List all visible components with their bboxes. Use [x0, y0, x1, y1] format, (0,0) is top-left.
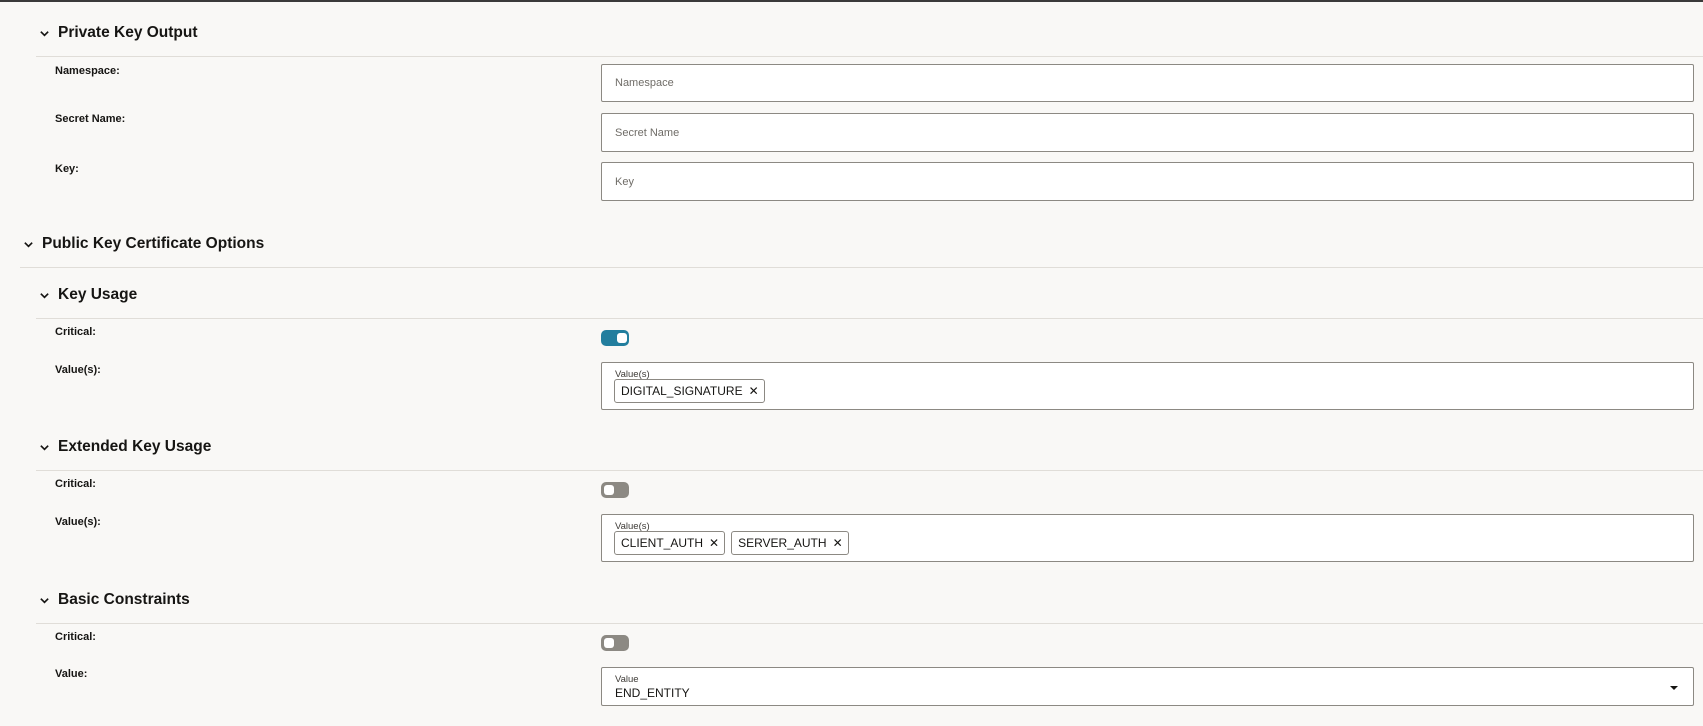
section-title: Private Key Output: [58, 24, 198, 41]
extended-key-usage-critical-toggle[interactable]: [601, 482, 629, 498]
section-title: Public Key Certificate Options: [42, 235, 265, 252]
divider: [36, 470, 1703, 471]
section-private-key-output[interactable]: Private Key Output: [36, 24, 198, 42]
namespace-label: Namespace:: [55, 65, 120, 77]
toggle-knob: [604, 485, 614, 495]
divider: [20, 267, 1703, 268]
extended-key-usage-values-field[interactable]: Value(s) CLIENT_AUTH ✕ SERVER_AUTH ✕: [601, 514, 1694, 562]
key-field[interactable]: [601, 162, 1694, 201]
chip-label: CLIENT_AUTH: [621, 536, 704, 550]
key-usage-critical-toggle[interactable]: [601, 330, 629, 346]
chip-label: SERVER_AUTH: [738, 536, 827, 550]
close-icon[interactable]: ✕: [833, 536, 843, 550]
chip-list: DIGITAL_SIGNATURE ✕: [614, 379, 765, 403]
selected-value: END_ENTITY: [615, 686, 690, 700]
section-title: Basic Constraints: [58, 591, 190, 608]
secret-name-field[interactable]: [601, 113, 1694, 152]
extended-key-usage-critical-label: Critical:: [55, 478, 96, 490]
chevron-down-icon[interactable]: [36, 592, 52, 608]
chevron-down-icon[interactable]: [36, 439, 52, 455]
section-title: Extended Key Usage: [58, 438, 212, 455]
divider: [36, 56, 1703, 57]
toggle-knob: [604, 638, 614, 648]
extended-key-usage-values-label: Value(s):: [55, 516, 101, 528]
close-icon[interactable]: ✕: [709, 536, 719, 550]
value-chip: CLIENT_AUTH ✕: [614, 531, 726, 555]
chip-label: DIGITAL_SIGNATURE: [621, 384, 743, 398]
key-usage-critical-label: Critical:: [55, 326, 96, 338]
key-input[interactable]: [602, 163, 1693, 200]
key-usage-values-field[interactable]: Value(s) DIGITAL_SIGNATURE ✕: [601, 362, 1694, 410]
caret-down-icon[interactable]: [1669, 683, 1679, 693]
section-key-usage[interactable]: Key Usage: [36, 286, 137, 304]
toggle-knob: [617, 333, 627, 343]
key-label: Key:: [55, 163, 79, 175]
section-extended-key-usage[interactable]: Extended Key Usage: [36, 438, 211, 456]
divider: [36, 623, 1703, 624]
section-title: Key Usage: [58, 286, 138, 303]
secret-name-input[interactable]: [602, 114, 1693, 151]
key-usage-values-label: Value(s):: [55, 364, 101, 376]
chevron-down-icon[interactable]: [36, 25, 52, 41]
namespace-input[interactable]: [602, 65, 1693, 101]
close-icon[interactable]: ✕: [749, 384, 759, 398]
value-inner-label: Value: [615, 674, 639, 685]
chevron-down-icon[interactable]: [20, 236, 36, 252]
section-public-key-certificate-options[interactable]: Public Key Certificate Options: [20, 235, 264, 253]
value-chip: DIGITAL_SIGNATURE ✕: [614, 379, 765, 403]
namespace-field[interactable]: [601, 64, 1694, 102]
secret-name-label: Secret Name:: [55, 113, 126, 125]
basic-constraints-critical-toggle[interactable]: [601, 635, 629, 651]
chip-list: CLIENT_AUTH ✕ SERVER_AUTH ✕: [614, 531, 849, 555]
chevron-down-icon[interactable]: [36, 287, 52, 303]
basic-constraints-value-label: Value:: [55, 668, 88, 680]
divider: [36, 318, 1703, 319]
value-chip: SERVER_AUTH ✕: [731, 531, 849, 555]
section-basic-constraints[interactable]: Basic Constraints: [36, 591, 190, 609]
basic-constraints-critical-label: Critical:: [55, 631, 96, 643]
basic-constraints-value-select[interactable]: Value END_ENTITY: [601, 667, 1694, 706]
